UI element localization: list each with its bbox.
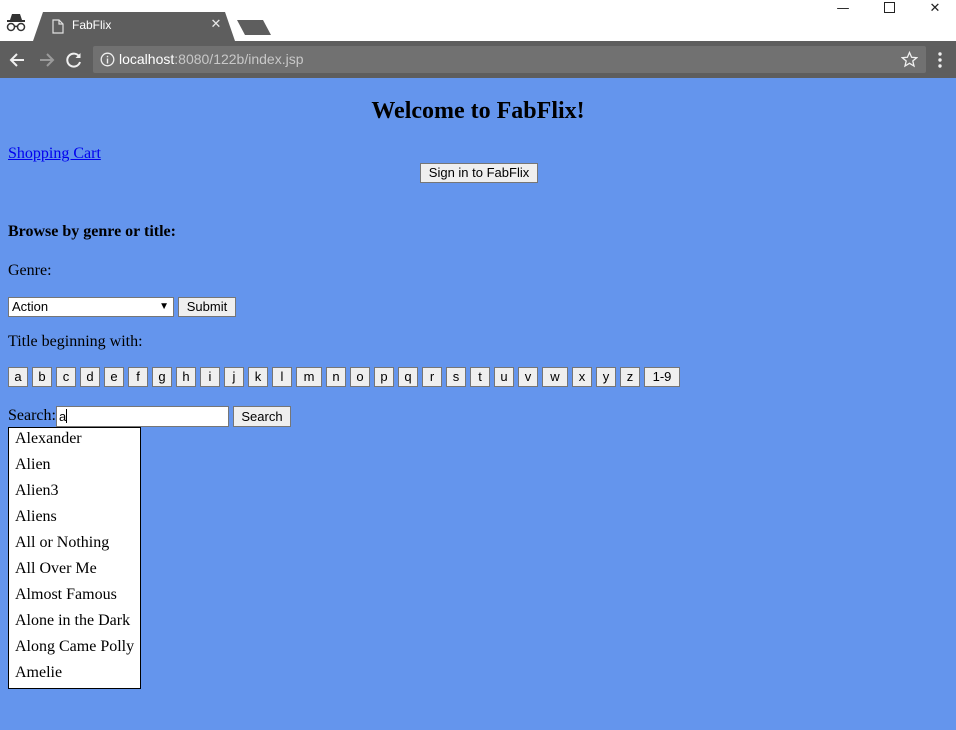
reload-icon[interactable] [64, 50, 84, 70]
sign-in-button[interactable]: Sign in to FabFlix [420, 163, 538, 183]
suggestion-item[interactable]: All Over Me [9, 558, 140, 584]
letter-button-i[interactable]: i [200, 367, 220, 387]
new-tab-button[interactable] [237, 20, 271, 35]
search-button[interactable]: Search [233, 406, 291, 427]
letter-button-z[interactable]: z [620, 367, 640, 387]
title-label: Title beginning with: [8, 333, 143, 350]
url-text: localhost:8080/122b/index.jsp [119, 51, 304, 67]
incognito-icon [6, 14, 26, 32]
letter-button-l[interactable]: l [272, 367, 292, 387]
suggestion-item[interactable]: Along Came Polly [9, 636, 140, 662]
genre-selected-value: Action [12, 299, 49, 314]
letter-button-g[interactable]: g [152, 367, 172, 387]
search-input[interactable]: a [56, 406, 229, 427]
letter-button-c[interactable]: c [56, 367, 76, 387]
letter-button-m[interactable]: m [296, 367, 322, 387]
close-window-icon[interactable]: ✕ [912, 0, 956, 18]
letter-button-q[interactable]: q [398, 367, 418, 387]
page-content: Welcome to FabFlix! Shopping Cart Sign i… [0, 78, 956, 730]
letter-button-t[interactable]: t [470, 367, 490, 387]
search-label: Search: [8, 407, 56, 424]
autocomplete-suggestions: Alexander Alien Alien3 Aliens All or Nothing… [8, 427, 141, 689]
address-bar[interactable]: localhost:8080/122b/index.jsp [93, 46, 926, 73]
letter-button-n[interactable]: n [326, 367, 346, 387]
letter-button-a[interactable]: a [8, 367, 28, 387]
letter-button-w[interactable]: w [542, 367, 568, 387]
letter-button-y[interactable]: y [596, 367, 616, 387]
suggestion-item[interactable]: Almost Famous [9, 584, 140, 610]
genre-label: Genre: [8, 262, 52, 279]
suggestion-item[interactable]: Alien [9, 454, 140, 480]
close-tab-icon[interactable]: ✕ [209, 18, 223, 32]
genre-submit-button[interactable]: Submit [178, 297, 236, 317]
letter-button-f[interactable]: f [128, 367, 148, 387]
letter-button-h[interactable]: h [176, 367, 196, 387]
browser-tab[interactable]: FabFlix ✕ [33, 12, 235, 41]
tab-title: FabFlix [72, 18, 112, 32]
letter-button-o[interactable]: o [350, 367, 370, 387]
letter-button-v[interactable]: v [518, 367, 538, 387]
letter-button-j[interactable]: j [224, 367, 244, 387]
letter-button-1-9[interactable]: 1-9 [644, 367, 680, 387]
letter-button-d[interactable]: d [80, 367, 100, 387]
suggestion-item[interactable]: Alien3 [9, 480, 140, 506]
minimize-icon[interactable]: — [820, 0, 866, 18]
page-title: Welcome to FabFlix! [371, 98, 585, 124]
bookmark-star-icon[interactable] [901, 51, 918, 68]
text-caret [66, 409, 68, 423]
letter-buttons: a b c d e f g h i j k l m n o p q r s t u v w x y z 1-9 [8, 367, 748, 387]
letter-button-e[interactable]: e [104, 367, 124, 387]
dropdown-arrow-icon: ▼ [159, 301, 169, 312]
back-arrow-icon[interactable] [8, 50, 28, 70]
maximize-icon[interactable] [866, 0, 912, 18]
letter-button-u[interactable]: u [494, 367, 514, 387]
browse-heading: Browse by genre or title: [8, 223, 176, 240]
shopping-cart-link[interactable]: Shopping Cart [8, 145, 101, 163]
title-bar: FabFlix ✕ — ✕ [0, 0, 956, 41]
info-icon[interactable] [100, 52, 115, 67]
document-icon [52, 19, 64, 34]
search-input-value: a [59, 409, 67, 424]
forward-arrow-icon[interactable] [36, 50, 56, 70]
suggestion-item[interactable]: Amelie [9, 662, 140, 688]
letter-button-p[interactable]: p [374, 367, 394, 387]
letter-button-r[interactable]: r [422, 367, 442, 387]
suggestion-item[interactable]: All or Nothing [9, 532, 140, 558]
suggestion-item[interactable]: Aliens [9, 506, 140, 532]
suggestion-item[interactable]: Alone in the Dark [9, 610, 140, 636]
browser-toolbar: localhost:8080/122b/index.jsp [0, 41, 956, 78]
suggestion-item[interactable]: Alexander [9, 428, 140, 454]
letter-button-s[interactable]: s [446, 367, 466, 387]
letter-button-b[interactable]: b [32, 367, 52, 387]
genre-select[interactable]: Action ▼ [8, 297, 174, 317]
kebab-menu-icon[interactable] [935, 51, 945, 69]
letter-button-x[interactable]: x [572, 367, 592, 387]
letter-button-k[interactable]: k [248, 367, 268, 387]
